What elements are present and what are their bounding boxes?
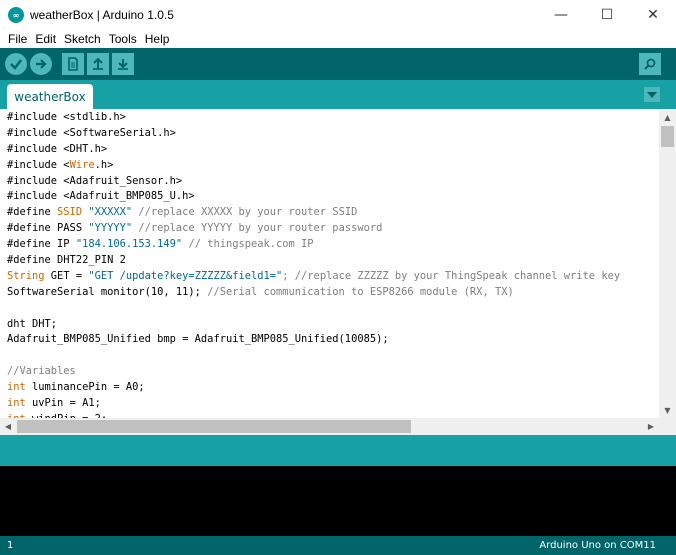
maximize-button[interactable]: ☐ xyxy=(584,0,630,30)
board-port-label: Arduino Uno on COM11 xyxy=(539,540,656,551)
code-token: #define xyxy=(7,206,58,219)
code-keyword: SSID xyxy=(57,206,83,219)
code-keyword: int xyxy=(7,381,26,394)
code-comment: //Variables xyxy=(7,365,76,378)
menu-bar: File Edit Sketch Tools Help xyxy=(0,30,676,48)
code-token: GET = xyxy=(44,269,89,282)
horizontal-scroll-thumb[interactable] xyxy=(17,420,411,433)
code-comment: //replace YYYYY by your router password xyxy=(132,222,383,235)
code-token: #define IP xyxy=(7,238,76,251)
code-text[interactable]: #include <stdlib.h> #include <SoftwareSer… xyxy=(7,110,620,418)
window-title: weatherBox | Arduino 1.0.5 xyxy=(30,8,174,22)
line-number: 1 xyxy=(7,540,14,551)
code-editor[interactable]: #include <stdlib.h> #include <SoftwareSer… xyxy=(0,109,676,418)
code-line[interactable]: Adafruit_BMP085_Unified bmp = Adafruit_B… xyxy=(7,332,620,348)
tab-menu-button[interactable] xyxy=(644,87,660,102)
code-token: #include < xyxy=(7,158,70,171)
code-line[interactable]: #define IP "184.106.153.149" // thingspe… xyxy=(7,237,620,253)
code-line[interactable]: #include <SoftwareSerial.h> xyxy=(7,126,620,142)
code-token: #include <stdlib.h> xyxy=(7,111,126,123)
toolbar xyxy=(0,48,676,80)
code-string: "XXXXX" xyxy=(88,206,133,219)
verify-button[interactable] xyxy=(5,53,27,75)
status-bar xyxy=(0,435,676,466)
code-line[interactable]: //Variables xyxy=(7,364,620,380)
console-output[interactable] xyxy=(0,466,676,536)
menu-tools[interactable]: Tools xyxy=(105,32,141,46)
arrow-right-icon xyxy=(36,59,47,69)
save-arrow-down-icon xyxy=(118,59,128,70)
title-bar: ∞ weatherBox | Arduino 1.0.5 — ☐ ✕ xyxy=(0,0,676,30)
chevron-down-icon xyxy=(647,91,657,98)
arduino-logo-icon: ∞ xyxy=(8,7,24,23)
menu-sketch[interactable]: Sketch xyxy=(60,32,105,46)
code-string: "YYYYY" xyxy=(88,222,133,235)
code-string: "GET /update?key=ZZZZZ&field1=" xyxy=(88,269,283,282)
upload-button[interactable] xyxy=(30,53,52,75)
scroll-corner xyxy=(659,418,676,435)
code-line[interactable]: SoftwareSerial monitor(10, 11); //Serial… xyxy=(7,285,620,301)
code-line[interactable]: #include <Adafruit_BMP085_U.h> xyxy=(7,189,620,205)
code-line[interactable] xyxy=(7,348,620,364)
footer-bar: 1 Arduino Uno on COM11 xyxy=(0,536,676,555)
code-line[interactable]: #include <Adafruit_Sensor.h> xyxy=(7,174,620,190)
horizontal-scrollbar[interactable]: ◀ ▶ xyxy=(0,418,659,435)
code-token: uvPin = A1; xyxy=(25,397,101,410)
menu-file[interactable]: File xyxy=(4,32,31,46)
code-line[interactable]: #define SSID "XXXXX" //replace XXXXX by … xyxy=(7,205,620,221)
new-sketch-button[interactable] xyxy=(62,53,84,75)
tab-bar: weatherBox xyxy=(0,80,676,109)
code-token: #define DHT22_PIN 2 xyxy=(7,254,126,267)
scroll-down-icon[interactable]: ▼ xyxy=(659,402,676,418)
code-keyword: String xyxy=(7,269,45,282)
code-line[interactable]: int uvPin = A1; xyxy=(7,396,620,412)
code-token: #include <Adafruit_Sensor.h> xyxy=(7,174,183,187)
code-line[interactable]: #include <stdlib.h> xyxy=(7,110,620,126)
window-controls: — ☐ ✕ xyxy=(538,0,676,30)
code-token: .h> xyxy=(94,158,114,171)
code-token: #include <Adafruit_BMP085_U.h> xyxy=(7,190,195,203)
menu-help[interactable]: Help xyxy=(141,32,174,46)
code-keyword: int xyxy=(7,397,26,410)
code-comment: ; //replace ZZZZZ by your ThingSpeak cha… xyxy=(282,269,621,282)
minimize-button[interactable]: — xyxy=(538,0,584,30)
code-token: #include <SoftwareSerial.h> xyxy=(7,126,176,139)
open-arrow-up-icon xyxy=(93,57,103,70)
new-file-icon xyxy=(68,57,78,71)
code-keyword: Wire xyxy=(69,158,95,171)
code-comment: //replace XXXXX by your router SSID xyxy=(132,206,358,219)
code-line[interactable]: dht DHT; xyxy=(7,317,620,333)
magnifier-icon xyxy=(644,58,656,70)
scroll-right-icon[interactable]: ▶ xyxy=(643,418,659,435)
scroll-left-icon[interactable]: ◀ xyxy=(0,418,16,435)
code-string: "184.106.153.149" xyxy=(75,238,183,251)
code-token: luminancePin = A0; xyxy=(25,381,145,394)
code-comment: // thingspeak.com IP xyxy=(182,238,314,251)
code-token: Adafruit_BMP085_Unified bmp = Adafruit_B… xyxy=(7,333,389,346)
vertical-scroll-thumb[interactable] xyxy=(661,126,674,147)
close-button[interactable]: ✕ xyxy=(630,0,676,30)
code-token: #include <DHT.h> xyxy=(7,142,108,155)
tab-weatherbox[interactable]: weatherBox xyxy=(7,84,93,109)
code-line[interactable]: #define DHT22_PIN 2 xyxy=(7,253,620,269)
code-line[interactable]: #include <Wire.h> xyxy=(7,158,620,174)
serial-monitor-button[interactable] xyxy=(639,53,661,75)
code-line[interactable] xyxy=(7,301,620,317)
code-line[interactable]: #include <DHT.h> xyxy=(7,142,620,158)
code-line[interactable]: String GET = "GET /update?key=ZZZZZ&fiel… xyxy=(7,269,620,285)
vertical-scrollbar[interactable]: ▲ ▼ xyxy=(659,109,676,418)
code-line[interactable]: int luminancePin = A0; xyxy=(7,380,620,396)
code-line[interactable]: #define PASS "YYYYY" //replace YYYYY by … xyxy=(7,221,620,237)
code-token: #define PASS xyxy=(7,222,89,235)
code-token: dht DHT; xyxy=(7,317,58,330)
check-icon xyxy=(10,59,22,70)
scroll-up-icon[interactable]: ▲ xyxy=(659,109,676,125)
code-token: SoftwareSerial monitor(10, 11); xyxy=(7,285,208,298)
code-comment: //Serial communication to ESP8266 module… xyxy=(207,285,514,298)
open-sketch-button[interactable] xyxy=(87,53,109,75)
menu-edit[interactable]: Edit xyxy=(31,32,60,46)
save-sketch-button[interactable] xyxy=(112,53,134,75)
